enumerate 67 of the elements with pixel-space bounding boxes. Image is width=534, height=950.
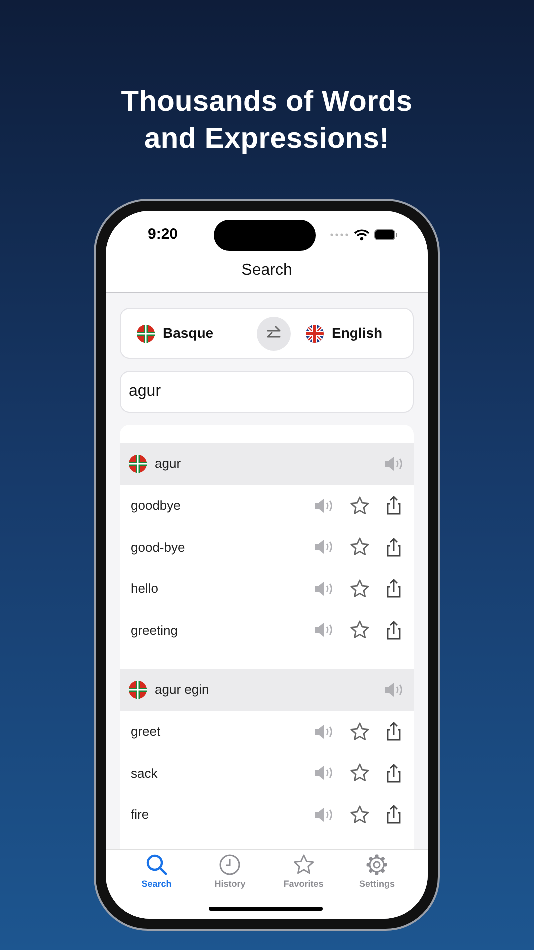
screen-title: Search <box>106 259 428 293</box>
share-icon <box>386 496 402 516</box>
favorite-button[interactable] <box>350 578 370 599</box>
favorite-button[interactable] <box>350 763 370 784</box>
share-button[interactable] <box>386 764 402 783</box>
share-button[interactable] <box>386 538 402 557</box>
translation-text: fire <box>131 806 150 824</box>
translation-text: sack <box>131 764 159 782</box>
favorite-button[interactable] <box>350 722 370 742</box>
star-icon <box>350 578 370 599</box>
entry-header[interactable]: agur egin <box>120 669 414 711</box>
uk-flag-icon <box>306 324 324 342</box>
share-button[interactable] <box>386 722 402 742</box>
star-icon <box>350 804 370 825</box>
search-icon <box>146 854 168 876</box>
clock-icon <box>219 854 242 876</box>
battery-icon <box>374 229 398 241</box>
speaker-icon <box>314 621 334 640</box>
entry-header[interactable]: agur <box>120 443 414 485</box>
entry-term: agur <box>155 455 182 474</box>
signal-icon <box>330 232 350 238</box>
share-icon <box>386 805 402 824</box>
share-button[interactable] <box>386 496 402 516</box>
star-icon <box>350 763 370 784</box>
target-language-button[interactable]: English <box>306 323 383 344</box>
share-icon <box>386 579 402 598</box>
speaker-icon <box>384 455 404 473</box>
star-icon <box>350 537 370 558</box>
share-button[interactable] <box>386 579 402 598</box>
favorite-button[interactable] <box>350 496 370 516</box>
status-time: 9:20 <box>148 224 178 245</box>
star-icon <box>292 854 315 876</box>
share-icon <box>386 620 402 640</box>
share-icon <box>386 722 402 742</box>
tab-bar-item[interactable]: Search <box>120 854 194 919</box>
share-button[interactable] <box>386 620 402 640</box>
basque-flag-icon <box>137 324 155 342</box>
favorite-button[interactable] <box>350 620 370 640</box>
star-icon <box>350 620 370 640</box>
star-icon <box>350 722 370 742</box>
share-button[interactable] <box>386 805 402 824</box>
star-icon <box>350 496 370 516</box>
speaker-icon <box>314 722 334 741</box>
search-field[interactable]: agur <box>120 371 414 413</box>
translation-text: greeting <box>131 622 179 640</box>
speaker-icon <box>314 764 334 782</box>
speaker-icon <box>314 580 334 598</box>
translation-text: hello <box>131 580 160 598</box>
wifi-icon <box>354 229 370 241</box>
headline: Thousands of Words and Expressions! <box>120 85 414 157</box>
share-icon <box>386 538 402 557</box>
basque-flag-icon <box>129 455 147 473</box>
speaker-icon <box>314 806 334 824</box>
speaker-icon <box>314 496 334 515</box>
translation-text: greet <box>131 723 162 741</box>
source-language-button[interactable]: Basque <box>137 323 227 344</box>
translation-text: goodbye <box>131 497 182 515</box>
gear-icon <box>366 854 388 876</box>
translation-text: good-bye <box>131 538 186 557</box>
speaker-icon <box>384 681 404 699</box>
favorite-button[interactable] <box>350 537 370 558</box>
swap-button[interactable] <box>257 316 291 350</box>
favorite-button[interactable] <box>350 804 370 825</box>
share-icon <box>386 764 402 783</box>
entry-term: agur egin <box>155 681 210 700</box>
speaker-icon <box>314 538 334 556</box>
basque-flag-icon <box>129 681 147 699</box>
